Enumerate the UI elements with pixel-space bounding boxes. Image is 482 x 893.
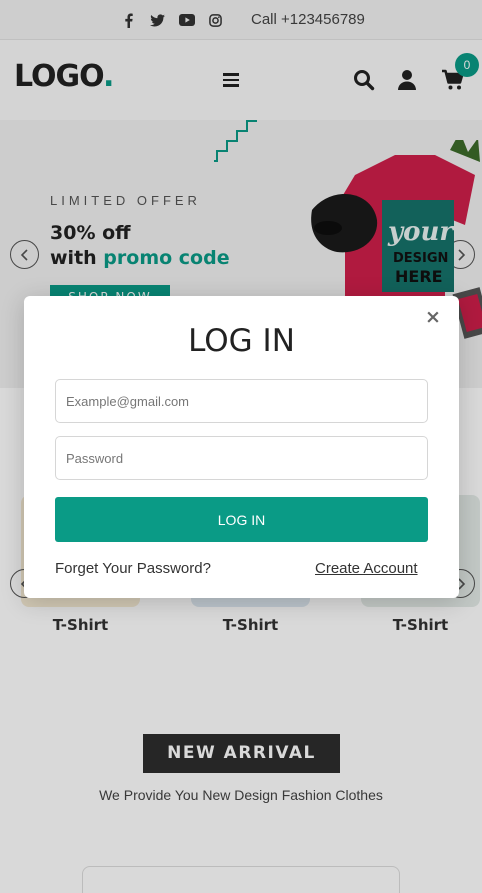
email-field[interactable] [55,379,428,423]
create-account-link[interactable]: Create Account [315,560,418,577]
password-field[interactable] [55,436,428,480]
login-submit-button[interactable]: LOG IN [55,497,428,542]
login-modal: × LOG IN LOG IN Forget Your Password? Cr… [24,296,459,598]
forgot-password-link[interactable]: Forget Your Password? [55,560,211,577]
modal-title: LOG IN [188,323,295,359]
